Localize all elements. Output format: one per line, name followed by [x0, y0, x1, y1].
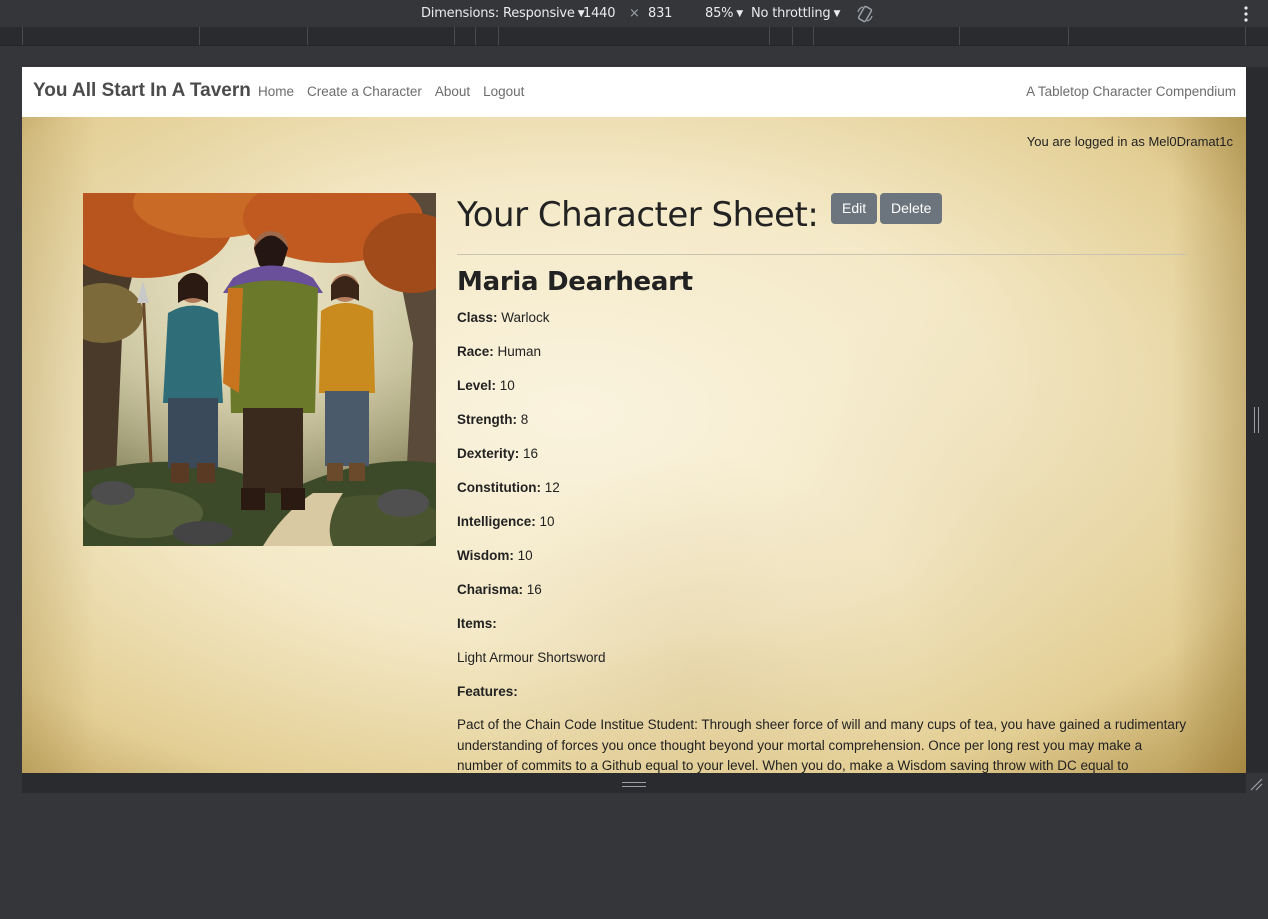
- times-sign: ×: [629, 6, 640, 21]
- stat-constitution: Constitution: 12: [457, 480, 560, 495]
- stat-value: Human: [497, 344, 542, 359]
- navbar: You All Start In A Tavern Home Create a …: [22, 67, 1246, 117]
- stat-value: 8: [520, 412, 529, 427]
- height-input[interactable]: 831: [648, 6, 672, 21]
- ruler-tick: [22, 27, 23, 45]
- stat-value: 10: [539, 514, 555, 529]
- stat-label: Constitution:: [457, 480, 541, 495]
- stat-dexterity: Dexterity: 16: [457, 446, 538, 461]
- ruler-tick: [454, 27, 455, 45]
- ruler-tick: [959, 27, 960, 45]
- items-label: Items:: [457, 616, 497, 631]
- zoom-label: 85%: [705, 6, 734, 21]
- logged-in-status: You are logged in as Mel0Dramat1c: [1026, 134, 1233, 149]
- stat-label: Dexterity:: [457, 446, 520, 461]
- stat-label: Wisdom:: [457, 548, 514, 563]
- grip-icon: [1254, 407, 1259, 433]
- ruler-tick: [199, 27, 200, 45]
- page-title: Your Character Sheet:: [457, 195, 819, 235]
- stat-label: Race:: [457, 344, 494, 359]
- ruler-tick: [1068, 27, 1069, 45]
- stat-label: Charisma:: [457, 582, 524, 597]
- stat-value: 10: [517, 548, 533, 563]
- edit-button[interactable]: Edit: [831, 193, 878, 224]
- features-text: Pact of the Chain Code Institue Student:…: [457, 717, 1187, 773]
- stat-value: 16: [523, 446, 539, 461]
- character-name: Maria Dearheart: [457, 267, 693, 297]
- divider: [457, 254, 1187, 255]
- stat-charisma: Charisma: 16: [457, 582, 542, 597]
- items-list: Light Armour Shortsword: [457, 650, 606, 665]
- stat-label: Level:: [457, 378, 497, 393]
- page-viewport: You All Start In A Tavern Home Create a …: [22, 67, 1246, 773]
- stat-value: 10: [499, 378, 515, 393]
- throttling-dropdown[interactable]: No throttling ▼: [751, 6, 840, 21]
- stat-value: 16: [526, 582, 542, 597]
- resize-handle-bottom[interactable]: [22, 773, 1246, 793]
- stat-label: Strength:: [457, 412, 517, 427]
- stat-value: Warlock: [501, 310, 550, 325]
- ruler-tick: [1245, 27, 1246, 45]
- kebab-icon[interactable]: [1239, 5, 1253, 23]
- ruler-tick: [792, 27, 793, 45]
- stat-label: Class:: [457, 310, 498, 325]
- nav-links: Home Create a Character About Logout: [258, 84, 537, 99]
- ruler-tick: [498, 27, 499, 45]
- ruler-tick: [769, 27, 770, 45]
- character-portrait: [83, 193, 436, 546]
- portrait-image: [83, 193, 436, 546]
- delete-button[interactable]: Delete: [880, 193, 943, 224]
- dimensions-dropdown[interactable]: Dimensions: Responsive ▼: [421, 6, 585, 21]
- resize-handle-right[interactable]: [1246, 67, 1268, 773]
- stat-intelligence: Intelligence: 10: [457, 514, 555, 529]
- ruler-tick: [813, 27, 814, 45]
- nav-link-create-character[interactable]: Create a Character: [307, 84, 422, 99]
- device-toolbar: Dimensions: Responsive ▼ 1440 × 831 85% ▼ …: [0, 0, 1268, 27]
- dimensions-label: Dimensions: Responsive: [421, 6, 575, 21]
- grip-icon: [622, 782, 646, 787]
- nav-link-about[interactable]: About: [435, 84, 470, 99]
- stat-value: 12: [544, 480, 560, 495]
- items-heading: Items:: [457, 616, 497, 631]
- resize-corner-icon[interactable]: [1249, 777, 1263, 791]
- media-query-ruler: [0, 27, 1268, 46]
- caret-down-icon: ▼: [736, 9, 744, 19]
- stat-strength: Strength: 8: [457, 412, 528, 427]
- features-heading: Features:: [457, 684, 518, 699]
- width-input[interactable]: 1440: [583, 6, 615, 21]
- stat-race: Race: Human: [457, 344, 541, 359]
- site-tagline: A Tabletop Character Compendium: [1026, 84, 1236, 99]
- nav-link-logout[interactable]: Logout: [483, 84, 524, 99]
- ruler-tick: [307, 27, 308, 45]
- nav-link-home[interactable]: Home: [258, 84, 294, 99]
- caret-down-icon: ▼: [833, 9, 841, 19]
- stat-class: Class: Warlock: [457, 310, 550, 325]
- stat-wisdom: Wisdom: 10: [457, 548, 533, 563]
- zoom-dropdown[interactable]: 85% ▼: [705, 6, 743, 21]
- features-label: Features:: [457, 684, 518, 699]
- ruler-tick: [475, 27, 476, 45]
- stat-level: Level: 10: [457, 378, 515, 393]
- rotate-icon[interactable]: [855, 4, 875, 24]
- stat-label: Intelligence:: [457, 514, 536, 529]
- throttling-label: No throttling: [751, 6, 831, 21]
- brand-link[interactable]: You All Start In A Tavern: [33, 80, 251, 102]
